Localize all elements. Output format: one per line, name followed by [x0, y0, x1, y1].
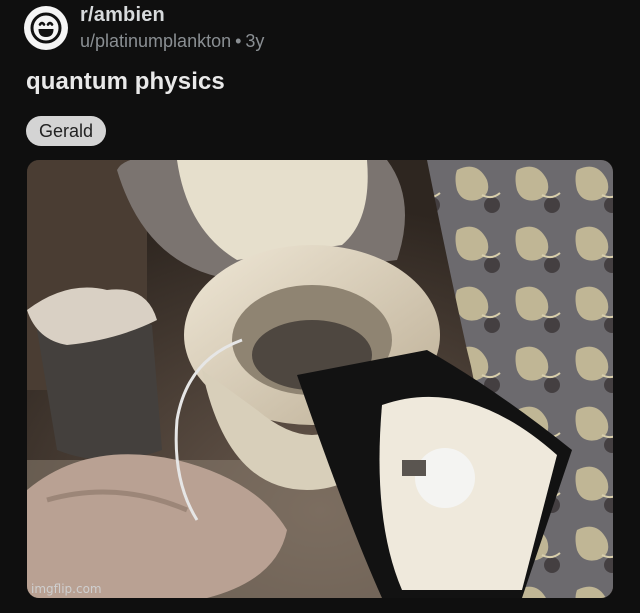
subreddit-avatar[interactable]	[24, 5, 68, 50]
post-title[interactable]: quantum physics	[26, 68, 225, 96]
imgflip-watermark: imgflip.com	[31, 582, 102, 596]
post-age: 3y	[245, 31, 265, 51]
post-header: r/ambien u/platinumplankton • 3y	[24, 4, 264, 52]
subreddit-name[interactable]: r/ambien	[80, 4, 264, 27]
byline-separator: •	[235, 31, 242, 51]
byline: u/platinumplankton • 3y	[80, 31, 264, 52]
post-meta: r/ambien u/platinumplankton • 3y	[80, 4, 264, 52]
post-flair[interactable]: Gerald	[26, 116, 107, 146]
author-link[interactable]: u/platinumplankton	[80, 31, 231, 51]
post-image[interactable]: imgflip.com	[27, 160, 613, 598]
photo-toilet-with-lamp	[27, 160, 613, 598]
smiley-face-icon	[30, 12, 62, 44]
